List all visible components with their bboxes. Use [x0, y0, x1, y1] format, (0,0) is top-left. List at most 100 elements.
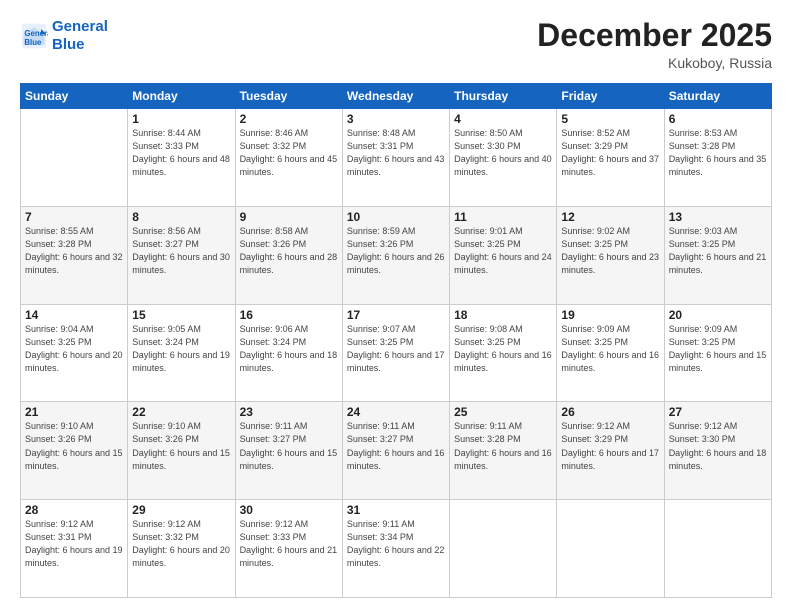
- day-info: Sunrise: 8:56 AMSunset: 3:27 PMDaylight:…: [132, 225, 230, 277]
- header: General Blue General Blue December 2025 …: [20, 18, 772, 71]
- calendar-cell: 25Sunrise: 9:11 AMSunset: 3:28 PMDayligh…: [450, 402, 557, 500]
- day-info: Sunrise: 9:11 AMSunset: 3:34 PMDaylight:…: [347, 518, 445, 570]
- day-info: Sunrise: 9:09 AMSunset: 3:25 PMDaylight:…: [669, 323, 767, 375]
- calendar-cell: 18Sunrise: 9:08 AMSunset: 3:25 PMDayligh…: [450, 304, 557, 402]
- col-header-monday: Monday: [128, 84, 235, 109]
- calendar-cell: 29Sunrise: 9:12 AMSunset: 3:32 PMDayligh…: [128, 500, 235, 598]
- calendar-cell: [664, 500, 771, 598]
- calendar-cell: 24Sunrise: 9:11 AMSunset: 3:27 PMDayligh…: [342, 402, 449, 500]
- calendar-cell: 2Sunrise: 8:46 AMSunset: 3:32 PMDaylight…: [235, 109, 342, 207]
- day-info: Sunrise: 9:06 AMSunset: 3:24 PMDaylight:…: [240, 323, 338, 375]
- calendar-cell: 12Sunrise: 9:02 AMSunset: 3:25 PMDayligh…: [557, 206, 664, 304]
- day-info: Sunrise: 8:44 AMSunset: 3:33 PMDaylight:…: [132, 127, 230, 179]
- day-info: Sunrise: 9:04 AMSunset: 3:25 PMDaylight:…: [25, 323, 123, 375]
- day-number: 20: [669, 308, 767, 322]
- day-number: 14: [25, 308, 123, 322]
- day-number: 26: [561, 405, 659, 419]
- day-number: 21: [25, 405, 123, 419]
- location: Kukoboy, Russia: [537, 55, 772, 71]
- day-number: 18: [454, 308, 552, 322]
- day-info: Sunrise: 9:11 AMSunset: 3:28 PMDaylight:…: [454, 420, 552, 472]
- logo: General Blue General Blue: [20, 18, 108, 54]
- day-number: 27: [669, 405, 767, 419]
- day-info: Sunrise: 9:10 AMSunset: 3:26 PMDaylight:…: [25, 420, 123, 472]
- calendar-cell: 13Sunrise: 9:03 AMSunset: 3:25 PMDayligh…: [664, 206, 771, 304]
- day-info: Sunrise: 8:48 AMSunset: 3:31 PMDaylight:…: [347, 127, 445, 179]
- day-number: 22: [132, 405, 230, 419]
- month-title: December 2025: [537, 18, 772, 53]
- day-number: 29: [132, 503, 230, 517]
- day-number: 4: [454, 112, 552, 126]
- day-number: 16: [240, 308, 338, 322]
- calendar-week-2: 7Sunrise: 8:55 AMSunset: 3:28 PMDaylight…: [21, 206, 772, 304]
- calendar-cell: 7Sunrise: 8:55 AMSunset: 3:28 PMDaylight…: [21, 206, 128, 304]
- day-info: Sunrise: 9:12 AMSunset: 3:31 PMDaylight:…: [25, 518, 123, 570]
- calendar-cell: 26Sunrise: 9:12 AMSunset: 3:29 PMDayligh…: [557, 402, 664, 500]
- calendar-table: SundayMondayTuesdayWednesdayThursdayFrid…: [20, 83, 772, 598]
- day-info: Sunrise: 8:50 AMSunset: 3:30 PMDaylight:…: [454, 127, 552, 179]
- calendar-cell: 31Sunrise: 9:11 AMSunset: 3:34 PMDayligh…: [342, 500, 449, 598]
- day-number: 8: [132, 210, 230, 224]
- day-number: 2: [240, 112, 338, 126]
- calendar-cell: 9Sunrise: 8:58 AMSunset: 3:26 PMDaylight…: [235, 206, 342, 304]
- day-number: 15: [132, 308, 230, 322]
- calendar-cell: 8Sunrise: 8:56 AMSunset: 3:27 PMDaylight…: [128, 206, 235, 304]
- col-header-wednesday: Wednesday: [342, 84, 449, 109]
- calendar-week-5: 28Sunrise: 9:12 AMSunset: 3:31 PMDayligh…: [21, 500, 772, 598]
- day-number: 12: [561, 210, 659, 224]
- calendar-cell: 10Sunrise: 8:59 AMSunset: 3:26 PMDayligh…: [342, 206, 449, 304]
- calendar-header-row: SundayMondayTuesdayWednesdayThursdayFrid…: [21, 84, 772, 109]
- day-info: Sunrise: 9:10 AMSunset: 3:26 PMDaylight:…: [132, 420, 230, 472]
- day-info: Sunrise: 9:12 AMSunset: 3:30 PMDaylight:…: [669, 420, 767, 472]
- col-header-thursday: Thursday: [450, 84, 557, 109]
- col-header-sunday: Sunday: [21, 84, 128, 109]
- day-number: 25: [454, 405, 552, 419]
- calendar-cell: 19Sunrise: 9:09 AMSunset: 3:25 PMDayligh…: [557, 304, 664, 402]
- calendar-cell: [557, 500, 664, 598]
- day-number: 17: [347, 308, 445, 322]
- page: General Blue General Blue December 2025 …: [0, 0, 792, 612]
- calendar-cell: 16Sunrise: 9:06 AMSunset: 3:24 PMDayligh…: [235, 304, 342, 402]
- logo-general: General: [52, 18, 108, 36]
- calendar-week-3: 14Sunrise: 9:04 AMSunset: 3:25 PMDayligh…: [21, 304, 772, 402]
- calendar-week-4: 21Sunrise: 9:10 AMSunset: 3:26 PMDayligh…: [21, 402, 772, 500]
- calendar-cell: 15Sunrise: 9:05 AMSunset: 3:24 PMDayligh…: [128, 304, 235, 402]
- day-info: Sunrise: 9:07 AMSunset: 3:25 PMDaylight:…: [347, 323, 445, 375]
- calendar-cell: 11Sunrise: 9:01 AMSunset: 3:25 PMDayligh…: [450, 206, 557, 304]
- day-info: Sunrise: 9:08 AMSunset: 3:25 PMDaylight:…: [454, 323, 552, 375]
- calendar-cell: [450, 500, 557, 598]
- day-number: 13: [669, 210, 767, 224]
- calendar-cell: 30Sunrise: 9:12 AMSunset: 3:33 PMDayligh…: [235, 500, 342, 598]
- day-number: 10: [347, 210, 445, 224]
- calendar-cell: 27Sunrise: 9:12 AMSunset: 3:30 PMDayligh…: [664, 402, 771, 500]
- day-info: Sunrise: 9:12 AMSunset: 3:29 PMDaylight:…: [561, 420, 659, 472]
- day-info: Sunrise: 9:09 AMSunset: 3:25 PMDaylight:…: [561, 323, 659, 375]
- day-info: Sunrise: 8:55 AMSunset: 3:28 PMDaylight:…: [25, 225, 123, 277]
- day-number: 31: [347, 503, 445, 517]
- calendar-cell: 22Sunrise: 9:10 AMSunset: 3:26 PMDayligh…: [128, 402, 235, 500]
- calendar-cell: 4Sunrise: 8:50 AMSunset: 3:30 PMDaylight…: [450, 109, 557, 207]
- col-header-saturday: Saturday: [664, 84, 771, 109]
- calendar-week-1: 1Sunrise: 8:44 AMSunset: 3:33 PMDaylight…: [21, 109, 772, 207]
- day-info: Sunrise: 9:02 AMSunset: 3:25 PMDaylight:…: [561, 225, 659, 277]
- svg-text:Blue: Blue: [24, 38, 42, 47]
- logo-blue: Blue: [52, 36, 108, 54]
- day-number: 23: [240, 405, 338, 419]
- day-number: 19: [561, 308, 659, 322]
- day-number: 5: [561, 112, 659, 126]
- day-info: Sunrise: 8:59 AMSunset: 3:26 PMDaylight:…: [347, 225, 445, 277]
- title-block: December 2025 Kukoboy, Russia: [537, 18, 772, 71]
- day-number: 1: [132, 112, 230, 126]
- calendar-cell: 6Sunrise: 8:53 AMSunset: 3:28 PMDaylight…: [664, 109, 771, 207]
- calendar-cell: [21, 109, 128, 207]
- day-info: Sunrise: 8:52 AMSunset: 3:29 PMDaylight:…: [561, 127, 659, 179]
- calendar-cell: 23Sunrise: 9:11 AMSunset: 3:27 PMDayligh…: [235, 402, 342, 500]
- day-info: Sunrise: 9:11 AMSunset: 3:27 PMDaylight:…: [240, 420, 338, 472]
- day-info: Sunrise: 9:12 AMSunset: 3:33 PMDaylight:…: [240, 518, 338, 570]
- day-info: Sunrise: 9:11 AMSunset: 3:27 PMDaylight:…: [347, 420, 445, 472]
- logo-icon: General Blue: [20, 22, 48, 50]
- day-number: 7: [25, 210, 123, 224]
- day-info: Sunrise: 9:05 AMSunset: 3:24 PMDaylight:…: [132, 323, 230, 375]
- day-number: 9: [240, 210, 338, 224]
- col-header-tuesday: Tuesday: [235, 84, 342, 109]
